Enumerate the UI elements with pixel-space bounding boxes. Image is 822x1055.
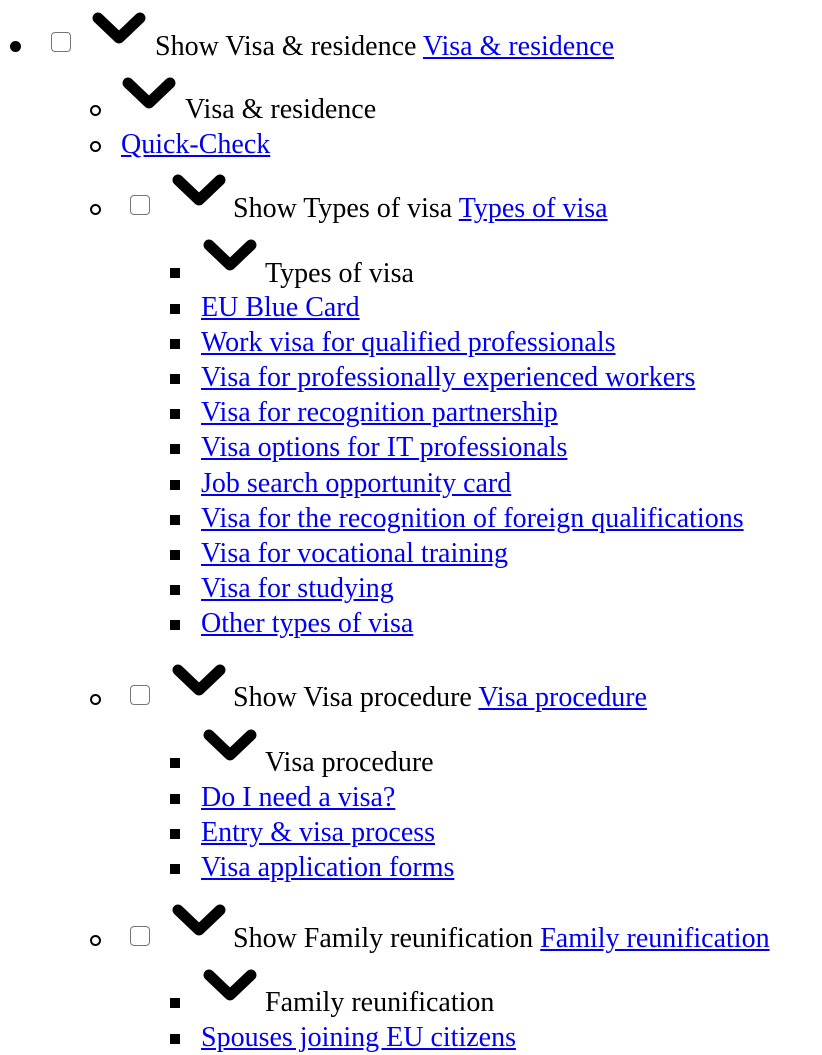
list-bullet-square bbox=[170, 794, 180, 804]
toggle-row-family-reunification: Show Family reunification Family reunifi… bbox=[233, 921, 770, 956]
section-heading-types-of-visa: Types of visa bbox=[265, 258, 414, 289]
nav-link[interactable]: Visa for recognition partnership bbox=[201, 397, 558, 428]
list-bullet-square bbox=[170, 619, 180, 630]
chevron-down-icon[interactable] bbox=[170, 170, 228, 210]
nav-link[interactable]: Spouses joining EU citizens bbox=[201, 1022, 516, 1053]
list-item: Visa for the recognition of foreign qual… bbox=[201, 501, 744, 536]
list-bullet-square bbox=[170, 304, 180, 314]
chevron-down-icon[interactable] bbox=[201, 235, 259, 275]
toggle-row-visa-residence: Show Visa & residence Visa & residence bbox=[155, 29, 614, 64]
nav-link-quick-check[interactable]: Quick-Check bbox=[121, 129, 270, 160]
nav-link[interactable]: Entry & visa process bbox=[201, 817, 435, 848]
toggle-label: Show Types of visa bbox=[233, 193, 453, 224]
chevron-down-icon[interactable] bbox=[170, 660, 228, 700]
list-bullet-square bbox=[170, 374, 180, 385]
list-bullet-circle bbox=[90, 141, 101, 152]
list-item: Other types of visa bbox=[201, 606, 413, 641]
nav-link[interactable]: Visa options for IT professionals bbox=[201, 432, 567, 463]
toggle-checkbox-visa-residence[interactable] bbox=[51, 32, 71, 52]
nav-link[interactable]: Visa for vocational training bbox=[201, 538, 508, 569]
toggle-row-visa-procedure: Show Visa procedure Visa procedure bbox=[233, 680, 647, 715]
list-item: EU Blue Card bbox=[201, 290, 360, 325]
list-item: Do I need a visa? bbox=[201, 780, 395, 815]
chevron-down-icon[interactable] bbox=[201, 965, 259, 1005]
toggle-label: Show Visa & residence bbox=[155, 31, 417, 62]
list-item: Entry & visa process bbox=[201, 815, 435, 850]
section-heading-family-reunification: Family reunification bbox=[265, 987, 495, 1018]
nav-link-visa-procedure[interactable]: Visa procedure bbox=[478, 682, 647, 713]
list-bullet-square bbox=[170, 479, 180, 490]
list-item: Quick-Check bbox=[121, 127, 270, 162]
chevron-down-icon[interactable] bbox=[201, 725, 259, 765]
list-bullet-circle bbox=[90, 935, 101, 946]
chevron-down-icon[interactable] bbox=[120, 73, 178, 113]
toggle-row-types-of-visa: Show Types of visa Types of visa bbox=[233, 191, 608, 226]
list-bullet-circle bbox=[90, 694, 101, 705]
list-bullet-square bbox=[170, 514, 180, 525]
nav-link-visa-residence[interactable]: Visa & residence bbox=[423, 31, 614, 62]
list-item: Visa for vocational training bbox=[201, 536, 508, 571]
list-bullet-square bbox=[170, 409, 180, 420]
list-item: Spouses joining EU citizens bbox=[201, 1020, 516, 1055]
nav-link[interactable]: Visa for the recognition of foreign qual… bbox=[201, 503, 744, 534]
list-bullet-circle bbox=[90, 105, 101, 116]
list-item: Job search opportunity card bbox=[201, 466, 511, 501]
list-item: Visa application forms bbox=[201, 850, 454, 885]
toggle-checkbox-visa-procedure[interactable] bbox=[130, 685, 150, 705]
list-bullet-square bbox=[170, 584, 180, 595]
list-bullet-circle bbox=[90, 204, 101, 215]
list-bullet-square bbox=[170, 1034, 180, 1044]
list-bullet-square bbox=[170, 339, 180, 350]
nav-link[interactable]: Visa for professionally experienced work… bbox=[201, 362, 695, 393]
nav-link[interactable]: Visa for studying bbox=[201, 573, 394, 604]
list-item: Visa for professionally experienced work… bbox=[201, 360, 695, 395]
nav-link-types-of-visa[interactable]: Types of visa bbox=[459, 193, 608, 224]
list-bullet-square bbox=[170, 268, 180, 278]
list-bullet-disc bbox=[10, 41, 21, 52]
nav-link[interactable]: Do I need a visa? bbox=[201, 782, 395, 813]
nav-link[interactable]: Work visa for qualified professionals bbox=[201, 327, 616, 358]
list-item: Visa for studying bbox=[201, 571, 394, 606]
list-bullet-square bbox=[170, 864, 180, 875]
toggle-checkbox-types-of-visa[interactable] bbox=[130, 195, 150, 215]
toggle-checkbox-family-reunification[interactable] bbox=[130, 926, 150, 946]
section-heading-visa-procedure: Visa procedure bbox=[265, 747, 434, 778]
list-bullet-square bbox=[170, 829, 180, 840]
nav-link[interactable]: Other types of visa bbox=[201, 608, 413, 639]
toggle-label: Show Visa procedure bbox=[233, 682, 472, 713]
list-bullet-square bbox=[170, 998, 180, 1008]
list-bullet-square bbox=[170, 444, 180, 455]
nav-link[interactable]: Job search opportunity card bbox=[201, 468, 511, 499]
chevron-down-icon[interactable] bbox=[90, 8, 148, 48]
list-bullet-square bbox=[170, 758, 180, 768]
list-item: Visa options for IT professionals bbox=[201, 430, 567, 465]
nav-link-family-reunification[interactable]: Family reunification bbox=[540, 923, 769, 954]
chevron-down-icon[interactable] bbox=[170, 900, 228, 940]
list-item: Work visa for qualified professionals bbox=[201, 325, 616, 360]
list-item: Visa for recognition partnership bbox=[201, 395, 558, 430]
nav-link[interactable]: Visa application forms bbox=[201, 852, 454, 883]
toggle-label: Show Family reunification bbox=[233, 923, 534, 954]
list-bullet-square bbox=[170, 549, 180, 560]
nav-link[interactable]: EU Blue Card bbox=[201, 292, 360, 323]
section-heading-visa-residence: Visa & residence bbox=[185, 94, 377, 125]
